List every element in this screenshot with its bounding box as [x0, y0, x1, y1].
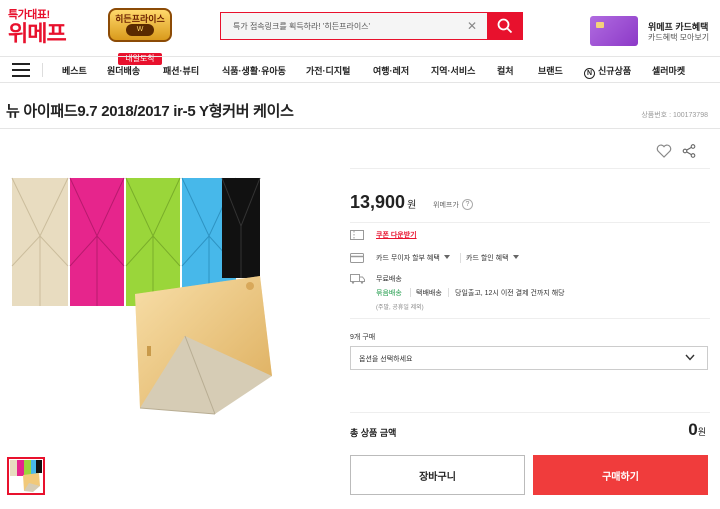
category-nav: 베스트 원더배송 패션·뷰티 식품·생활·유아동 가전·디지털 여행·레저 지역… [0, 56, 720, 83]
divider [410, 288, 411, 297]
chevron-down-icon [512, 255, 519, 259]
add-to-cart-button[interactable]: 장바구니 [350, 455, 525, 495]
divider [0, 128, 720, 129]
total-price: 0원 [688, 420, 706, 440]
cover-pink [69, 177, 125, 306]
chevron-down-icon [685, 354, 695, 361]
clear-icon[interactable]: ✕ [465, 19, 479, 33]
logo-text: 위메프 [8, 21, 67, 46]
card-icon [350, 253, 364, 263]
cover-black [221, 177, 261, 278]
divider [350, 318, 710, 319]
credit-card-image [590, 16, 638, 46]
logo-tagline: 특가대표! [8, 9, 50, 21]
search-button[interactable] [487, 12, 523, 40]
divider [350, 168, 710, 169]
card-benefit-subtitle: 카드혜택 모아보기 [648, 33, 710, 42]
nav-item-new-products-label: 신규상품 [598, 66, 632, 76]
same-day-dispatch-note: 당일출고, 12시 이전 결제 건까지 해당 [455, 290, 565, 297]
divider [350, 222, 710, 223]
delivery-method-label: 택배배송 [416, 290, 442, 297]
nav-item-food-living-kids[interactable]: 식품·생활·유아동 [222, 64, 286, 77]
installment-benefit-dropdown[interactable]: 카드 무이자 할부 혜택 [376, 253, 450, 263]
search-input[interactable] [221, 13, 461, 39]
hidden-price-promo-badge[interactable]: 히든프라이스 W 내일도착 [108, 8, 172, 65]
search-bar: ✕ [220, 12, 523, 40]
nav-item-brand[interactable]: 브랜드 [538, 64, 563, 77]
price-currency: 원 [407, 200, 417, 211]
menu-icon[interactable] [12, 63, 30, 77]
promo-sub: W [126, 24, 154, 36]
product-thumbnail[interactable] [7, 457, 45, 495]
coupon-icon [350, 230, 364, 240]
card-discount-dropdown[interactable]: 카드 할인 혜택 [466, 253, 519, 263]
total-price-value: 0 [688, 420, 698, 439]
nav-item-new-products[interactable]: N 신규상품 [584, 64, 631, 79]
product-code: 상품번호 : 100173798 [641, 112, 708, 119]
option-select-value: 옵션을 선택하세요 [359, 356, 413, 363]
price-label: 위메프가 [433, 202, 459, 209]
chevron-down-icon [443, 255, 450, 259]
share-icon[interactable] [682, 144, 696, 158]
nav-item-seller-market[interactable]: 셀러마켓 [652, 64, 685, 77]
price-value: 13,900 [350, 192, 406, 212]
thumbnail-image [10, 460, 42, 492]
nav-item-electronics[interactable]: 가전·디지털 [306, 64, 350, 77]
card-discount-label: 카드 할인 혜택 [466, 255, 509, 262]
new-icon: N [584, 68, 595, 79]
cover-green [125, 177, 181, 306]
truck-icon [350, 274, 365, 284]
heart-icon[interactable] [656, 144, 672, 158]
site-header: 특가대표! 위메프 히든프라이스 W 내일도착 ✕ 위메프 카드혜택 카드혜택 … [0, 0, 720, 65]
nav-divider [42, 63, 43, 77]
total-price-label: 총 상품 금액 [350, 428, 397, 438]
coupon-download-link[interactable]: 쿠폰 다운받기 [376, 230, 417, 240]
product-title: 뉴 아이패드9.7 2018/2017 ir-5 Y형커버 케이스 [6, 103, 294, 120]
bundle-shipping-label: 묶음배송 [376, 290, 402, 297]
total-price-currency: 원 [697, 427, 706, 437]
cover-beige [11, 177, 69, 306]
weekend-exclusion-note: (주말, 공휴일 제외) [376, 305, 424, 311]
nav-item-best[interactable]: 베스트 [62, 64, 87, 77]
divider [460, 253, 461, 263]
product-image [11, 177, 272, 415]
buy-now-button[interactable]: 구매하기 [533, 455, 708, 495]
free-shipping-label: 무료배송 [376, 276, 402, 283]
nav-item-travel-leisure[interactable]: 여행·레저 [373, 64, 409, 77]
nav-item-culture[interactable]: 컬처 [497, 64, 514, 77]
divider [448, 288, 449, 297]
option-select[interactable]: 옵션을 선택하세요 [350, 346, 708, 370]
divider [350, 412, 710, 413]
help-icon[interactable]: ? [462, 199, 473, 210]
card-benefit-banner[interactable]: 위메프 카드혜택 카드혜택 모아보기 [590, 16, 720, 46]
installment-benefit-label: 카드 무이자 할부 혜택 [376, 255, 440, 262]
product-price: 13,900 원 [350, 192, 416, 213]
search-icon [497, 18, 513, 34]
nav-item-wonder-delivery[interactable]: 원더배송 [107, 64, 140, 77]
nav-item-fashion-beauty[interactable]: 패션·뷰티 [163, 64, 199, 77]
nav-item-local-service[interactable]: 지역·서비스 [431, 64, 475, 77]
wemakeprice-logo[interactable]: 특가대표! 위메프 [8, 6, 67, 46]
option-label: 9개 구매 [350, 334, 376, 341]
